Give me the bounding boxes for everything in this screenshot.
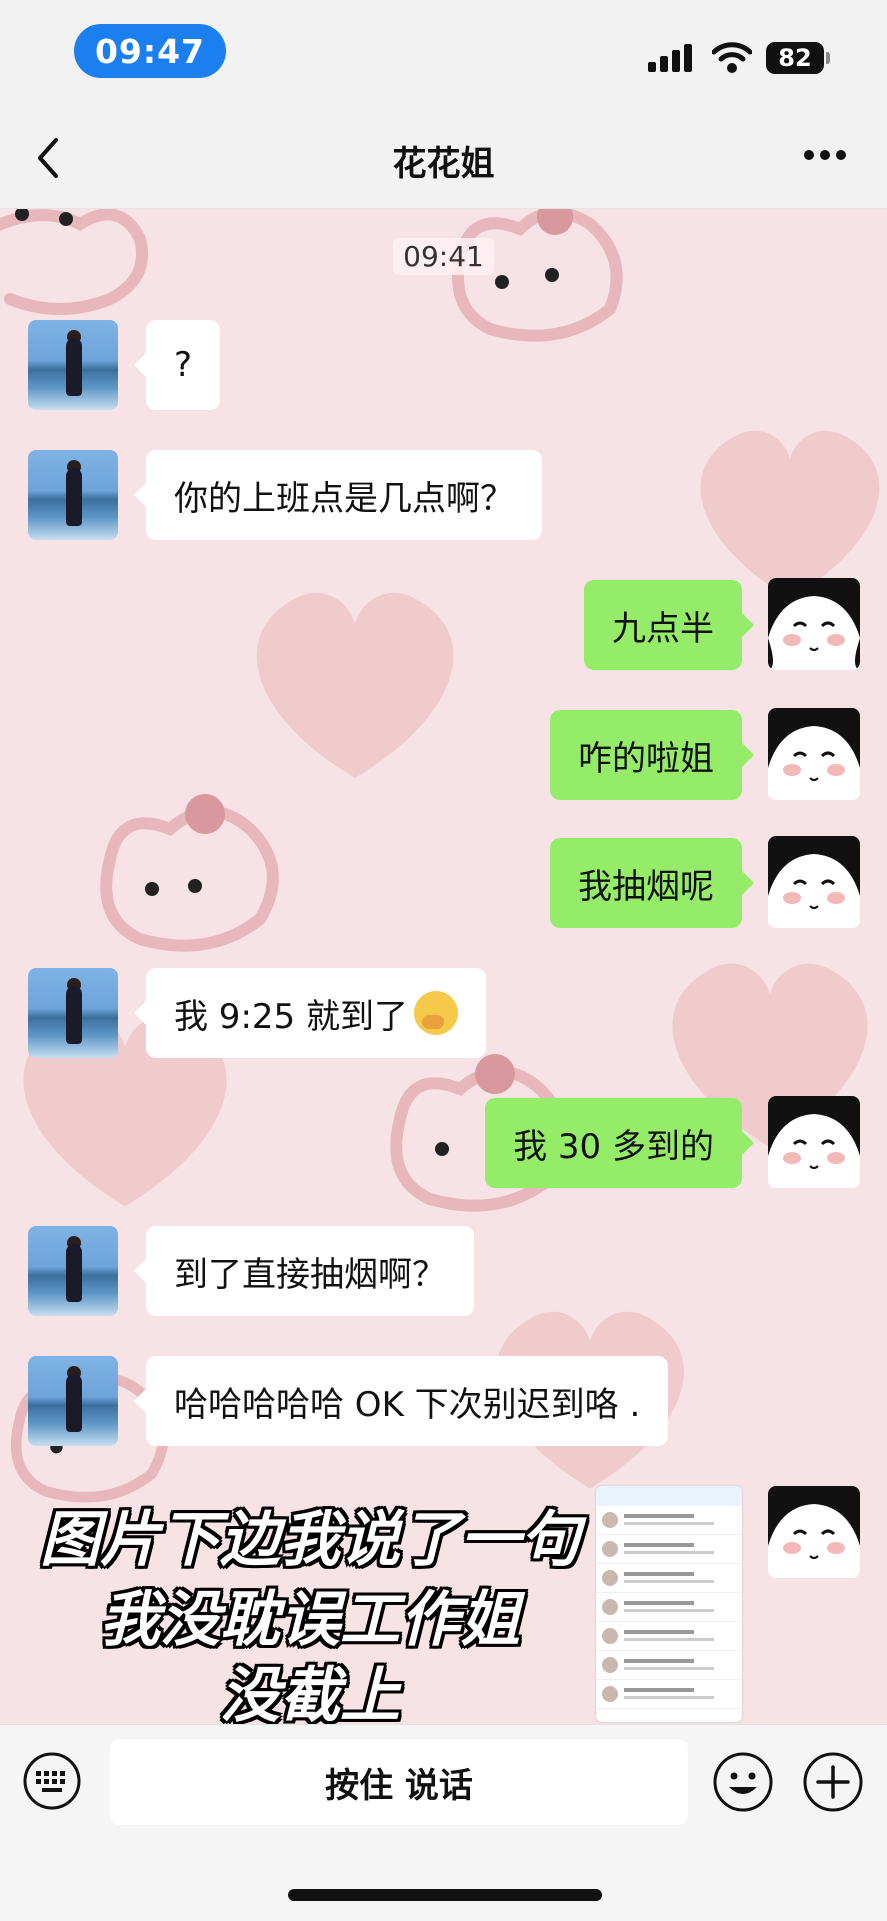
input-bar: 按住 说话	[0, 1724, 887, 1921]
user-avatar[interactable]	[768, 578, 860, 670]
keyboard-icon[interactable]	[22, 1751, 82, 1811]
message-bubble-sent[interactable]: 我抽烟呢	[550, 838, 754, 928]
message-bubble-received[interactable]: 你的上班点是几点啊？	[134, 450, 542, 540]
wifi-icon	[712, 42, 752, 73]
message-bubble-received[interactable]: 哈哈哈哈哈 OK 下次别迟到咯 .	[133, 1356, 669, 1446]
user-avatar[interactable]	[768, 708, 860, 800]
chat-title: 花花姐	[392, 144, 495, 184]
emoji-icon[interactable]	[712, 1751, 774, 1813]
heart-decoration-icon	[256, 592, 454, 778]
user-avatar[interactable]	[768, 1096, 860, 1188]
cellular-signal-icon	[648, 44, 694, 72]
message-bubble-received[interactable]: 我 9:25 就到了	[134, 968, 486, 1058]
kitty-decoration-icon	[452, 209, 623, 342]
message-bubble-sent[interactable]: 九点半	[584, 580, 754, 670]
message-bubble-received[interactable]: 到了直接抽烟啊？	[134, 1226, 474, 1316]
message-bubble-received[interactable]: ?	[133, 320, 221, 410]
hold-to-talk-button[interactable]: 按住 说话	[110, 1739, 688, 1825]
message-bubble-sent[interactable]: 咋的啦姐	[550, 710, 754, 800]
contact-avatar[interactable]	[28, 968, 118, 1058]
contact-avatar[interactable]	[28, 450, 118, 540]
message-bubble-sent[interactable]: 我 30 多到的	[485, 1098, 754, 1188]
kitty-decoration-icon	[100, 794, 279, 952]
status-time: 09:47	[74, 24, 226, 78]
nav-bar: 花花姐	[0, 110, 887, 209]
message-timestamp: 09:41	[0, 238, 887, 275]
plus-icon[interactable]	[802, 1751, 864, 1813]
contact-avatar[interactable]	[28, 1226, 118, 1316]
message-text: 我 9:25 就到了	[174, 996, 408, 1037]
home-indicator	[288, 1889, 602, 1901]
contact-avatar[interactable]	[28, 320, 118, 410]
overlay-caption-line: 我没耽误工作姐	[100, 1585, 520, 1655]
overlay-caption-line: 没截上	[220, 1661, 400, 1731]
overlay-caption-line: 图片下边我说了一句	[40, 1505, 580, 1575]
status-bar: 09:47 82	[0, 0, 887, 110]
contact-avatar[interactable]	[28, 1356, 118, 1446]
battery-tip	[826, 52, 830, 64]
user-avatar[interactable]	[768, 836, 860, 928]
battery-icon: 82	[766, 42, 824, 74]
hand-over-mouth-emoji-icon	[413, 991, 458, 1035]
more-options-icon[interactable]	[803, 148, 847, 162]
chat-background	[0, 209, 887, 1724]
user-avatar[interactable]	[768, 1486, 860, 1578]
